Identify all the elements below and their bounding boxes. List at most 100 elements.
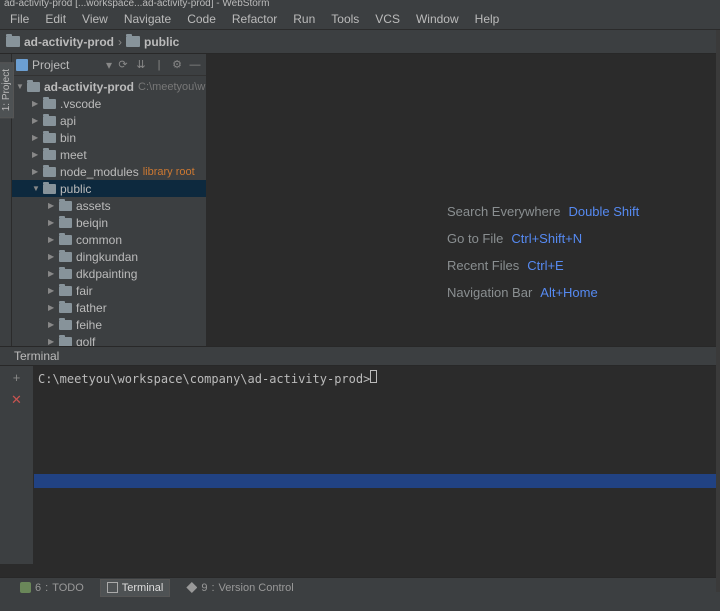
tree-item[interactable]: ▶ bin xyxy=(12,129,206,146)
menu-edit[interactable]: Edit xyxy=(37,9,74,29)
tree-item-label: dkdpainting xyxy=(76,267,137,281)
tree-item[interactable]: ▶assets xyxy=(12,197,206,214)
chevron-down-icon[interactable]: ▼ xyxy=(32,184,41,193)
menu-refactor[interactable]: Refactor xyxy=(224,9,285,29)
menu-tools[interactable]: Tools xyxy=(323,9,367,29)
tab-version-control[interactable]: 9: Version Control xyxy=(180,580,299,596)
main-menu[interactable]: File Edit View Navigate Code Refactor Ru… xyxy=(0,8,720,30)
chevron-right-icon[interactable]: ▶ xyxy=(48,303,57,312)
tree-item[interactable]: ▶ golf xyxy=(12,333,206,346)
menu-help[interactable]: Help xyxy=(467,9,508,29)
chevron-down-icon[interactable]: ▼ xyxy=(16,82,25,91)
folder-icon xyxy=(59,235,72,245)
chevron-right-icon[interactable]: ▶ xyxy=(48,269,57,278)
chevron-right-icon[interactable]: ▶ xyxy=(48,235,57,244)
terminal-body[interactable]: C:\meetyou\workspace\company\ad-activity… xyxy=(34,366,720,564)
tree-item[interactable]: ▶ dkdpainting xyxy=(12,265,206,282)
tab-label: Terminal xyxy=(122,582,164,594)
hint-recent-files: Recent Files Ctrl+E xyxy=(447,258,707,273)
tab-todo[interactable]: 6: TODO xyxy=(14,580,90,596)
tree-item[interactable]: ▶ father xyxy=(12,299,206,316)
tree-item-label: .vscode xyxy=(60,97,101,111)
status-bar xyxy=(0,597,720,611)
tree-item-label: meet xyxy=(60,148,87,162)
tree-root[interactable]: ▼ ad-activity-prod C:\meetyou\w xyxy=(12,78,206,95)
add-tab-icon[interactable]: + xyxy=(9,370,25,386)
tool-tab-project[interactable]: 1: Project xyxy=(0,62,14,118)
chevron-right-icon[interactable]: ▶ xyxy=(32,167,41,176)
breadcrumb[interactable]: ad-activity-prod › public xyxy=(0,30,720,54)
folder-icon xyxy=(59,337,72,347)
tree-item[interactable]: ▶ .vscode xyxy=(12,95,206,112)
chevron-down-icon[interactable]: ▾ xyxy=(106,58,112,72)
folder-icon xyxy=(6,36,20,47)
chevron-right-icon[interactable]: ▶ xyxy=(32,150,41,159)
tree-item[interactable]: ▶api xyxy=(12,112,206,129)
collapse-icon[interactable]: ⇊ xyxy=(134,58,148,72)
tree-item[interactable]: ▶ common xyxy=(12,231,206,248)
tab-terminal[interactable]: Terminal xyxy=(100,579,171,597)
hint-shortcut: Double Shift xyxy=(568,204,639,219)
window-titlebar: ad-activity-prod [...workspace...ad-acti… xyxy=(0,0,720,8)
scrollbar[interactable] xyxy=(716,30,720,592)
hint-search-everywhere: Search Everywhere Double Shift xyxy=(447,204,707,219)
chevron-right-icon[interactable]: ▶ xyxy=(32,116,41,125)
breadcrumb-item-public[interactable]: public xyxy=(126,35,179,49)
tree-item-label: bin xyxy=(60,131,76,145)
tree-item[interactable]: ▶ fair xyxy=(12,282,206,299)
tree-item-label: common xyxy=(76,233,122,247)
folder-icon xyxy=(43,133,56,143)
hide-icon[interactable]: — xyxy=(188,58,202,72)
breadcrumb-item-root[interactable]: ad-activity-prod › xyxy=(6,35,122,49)
tree-item-label: fair xyxy=(76,284,93,298)
folder-icon xyxy=(43,150,56,160)
tree-item-label: dingkundan xyxy=(76,250,138,264)
tree-item[interactable]: ▶beiqin xyxy=(12,214,206,231)
gear-icon[interactable]: ⚙ xyxy=(170,58,184,72)
hint-label: Recent Files xyxy=(447,258,519,273)
chevron-right-icon[interactable]: ▶ xyxy=(48,201,57,210)
chevron-right-icon[interactable]: ▶ xyxy=(48,337,57,346)
project-tree[interactable]: ▼ ad-activity-prod C:\meetyou\w ▶ .vscode… xyxy=(12,76,206,346)
tab-label: Version Control xyxy=(219,582,294,594)
tool-tab-index: 1 xyxy=(1,106,12,112)
chevron-right-icon[interactable]: ▶ xyxy=(48,286,57,295)
chevron-right-icon[interactable]: ▶ xyxy=(48,218,57,227)
folder-icon xyxy=(59,218,72,228)
project-title[interactable]: Project xyxy=(32,58,102,72)
menu-window[interactable]: Window xyxy=(408,9,467,29)
hint-shortcut: Ctrl+E xyxy=(527,258,563,273)
terminal-header[interactable]: Terminal xyxy=(0,346,720,366)
tab-label: TODO xyxy=(52,582,84,594)
tree-item-label: golf xyxy=(76,335,95,347)
chevron-right-icon[interactable]: ▶ xyxy=(32,99,41,108)
chevron-right-icon[interactable]: ▶ xyxy=(48,252,57,261)
project-toolwindow: Project ▾ ⟳ ⇊ | ⚙ — ▼ ad-activity-prod C… xyxy=(12,54,207,346)
sync-icon[interactable]: ⟳ xyxy=(116,58,130,72)
folder-icon xyxy=(59,269,72,279)
menu-view[interactable]: View xyxy=(74,9,116,29)
menu-run[interactable]: Run xyxy=(285,9,323,29)
folder-icon xyxy=(59,252,72,262)
terminal-cursor xyxy=(370,370,377,383)
menu-vcs[interactable]: VCS xyxy=(367,9,408,29)
tool-tab-label: Project xyxy=(1,69,12,100)
tree-item[interactable]: ▼public xyxy=(12,180,206,197)
tree-item[interactable]: ▶node_moduleslibrary root xyxy=(12,163,206,180)
menu-file[interactable]: File xyxy=(2,9,37,29)
tree-item[interactable]: ▶ meet xyxy=(12,146,206,163)
todo-icon xyxy=(20,582,31,593)
bottom-tool-tabs: 6: TODO Terminal 9: Version Control xyxy=(0,577,720,597)
tree-item[interactable]: ▶ dingkundan xyxy=(12,248,206,265)
tree-root-path: C:\meetyou\w xyxy=(138,81,205,93)
close-icon[interactable]: ✕ xyxy=(9,392,25,408)
menu-code[interactable]: Code xyxy=(179,9,224,29)
empty-state-hints: Search Everywhere Double Shift Go to Fil… xyxy=(447,204,707,312)
terminal-icon xyxy=(107,582,118,593)
tree-item[interactable]: ▶feihe xyxy=(12,316,206,333)
menu-navigate[interactable]: Navigate xyxy=(116,9,179,29)
chevron-right-icon[interactable]: ▶ xyxy=(48,320,57,329)
chevron-right-icon[interactable]: ▶ xyxy=(32,133,41,142)
tree-item-label: father xyxy=(76,301,107,315)
window-title: ad-activity-prod [...workspace...ad-acti… xyxy=(4,0,269,8)
